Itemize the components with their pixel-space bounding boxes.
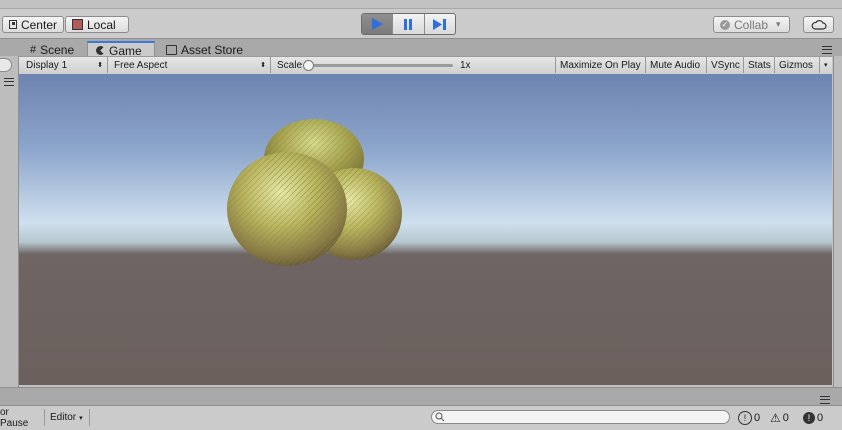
pivot-icon (9, 20, 17, 29)
chevron-down-icon: ▾ (776, 19, 781, 29)
mute-audio-label: Mute Audio (650, 59, 701, 71)
error-count: 0 (817, 411, 824, 424)
editor-tab-bar: # Scene Game Asset Store (0, 38, 842, 58)
warning-count: 0 (782, 411, 789, 424)
bag-icon (166, 44, 177, 55)
error-icon: ! (803, 411, 815, 424)
grid-icon: # (30, 43, 37, 56)
pause-button[interactable] (393, 14, 425, 34)
main-toolbar: Center Local ✓ Collab ▾ (0, 8, 842, 39)
left-search-field[interactable] (0, 58, 12, 72)
info-count-toggle[interactable]: ! 0 (738, 409, 760, 426)
editor-label: Editor (50, 412, 77, 423)
chevron-down-icon: ▾ (79, 414, 83, 422)
error-pause-toggle[interactable]: or Pause (0, 406, 45, 429)
left-panel-menu-icon[interactable] (4, 78, 14, 86)
cloud-button[interactable] (803, 16, 834, 33)
collab-button[interactable]: ✓ Collab ▾ (713, 16, 790, 33)
cloud-icon (811, 19, 827, 30)
peanut-rock-object (227, 119, 402, 266)
play-icon (372, 18, 384, 30)
display-label: Display 1 (26, 59, 68, 71)
playback-controls (361, 13, 456, 35)
aspect-label: Free Aspect (114, 59, 168, 71)
display-dropdown[interactable]: Display 1 ⬍ (22, 57, 108, 73)
pivot-rotation-button[interactable]: Local (65, 16, 129, 33)
play-button[interactable] (362, 14, 394, 34)
step-icon (433, 18, 447, 30)
console-menu-icon[interactable] (820, 396, 830, 404)
stats-label: Stats (748, 59, 771, 71)
pivot-rotation-label: Local (87, 17, 116, 32)
updown-arrows-icon: ⬍ (260, 62, 266, 69)
step-button[interactable] (425, 14, 455, 34)
console-search-input[interactable] (431, 410, 730, 424)
pause-icon (404, 18, 413, 30)
tab-asset-store-label: Asset Store (181, 42, 244, 57)
maximize-on-play-toggle[interactable]: Maximize On Play (556, 57, 646, 73)
search-icon (435, 412, 445, 422)
warning-icon: ⚠ (770, 410, 781, 425)
collab-label: Collab (734, 17, 769, 32)
info-icon: ! (738, 410, 752, 425)
game-view-controls: Display 1 ⬍ Free Aspect ⬍ Scale 1x Maxim… (19, 56, 832, 75)
gizmos-dropdown[interactable]: ▾ (820, 57, 832, 73)
console-header (0, 387, 842, 406)
collab-check-icon: ✓ (720, 19, 730, 30)
chevron-down-icon: ▾ (824, 62, 828, 69)
gizmos-label: Gizmos (779, 59, 813, 71)
error-pause-label: or Pause (0, 406, 29, 429)
console-toolbar: or Pause Editor ▾ ! 0 ⚠ 0 ! 0 (0, 405, 842, 430)
scale-slider-thumb[interactable] (303, 60, 314, 71)
updown-arrows-icon: ⬍ (97, 62, 103, 69)
pivot-mode-button[interactable]: Center (2, 16, 64, 33)
warning-count-toggle[interactable]: ⚠ 0 (770, 409, 789, 426)
right-panel-edge (833, 56, 842, 387)
scale-label: Scale (277, 59, 303, 71)
vsync-label: VSync (711, 59, 740, 71)
stats-toggle[interactable]: Stats (744, 57, 775, 73)
editor-dropdown[interactable]: Editor ▾ (45, 409, 90, 426)
game-viewport[interactable] (19, 74, 832, 385)
left-panel-edge (0, 56, 19, 387)
aspect-dropdown[interactable]: Free Aspect ⬍ (110, 57, 271, 73)
tab-scene-label: Scene (40, 42, 75, 57)
scale-slider[interactable] (303, 60, 453, 71)
info-count: 0 (754, 411, 761, 424)
gizmos-toggle[interactable]: Gizmos (775, 57, 820, 73)
mute-audio-toggle[interactable]: Mute Audio (646, 57, 707, 73)
pivot-mode-label: Center (20, 17, 57, 32)
panel-menu-icon[interactable] (822, 46, 832, 54)
maximize-on-play-label: Maximize On Play (560, 59, 641, 71)
scale-control: Scale 1x (273, 57, 556, 73)
pacman-icon (96, 46, 105, 55)
vsync-toggle[interactable]: VSync (707, 57, 744, 73)
scale-value: 1x (460, 59, 471, 71)
local-icon (72, 19, 83, 30)
error-count-toggle[interactable]: ! 0 (803, 409, 823, 426)
